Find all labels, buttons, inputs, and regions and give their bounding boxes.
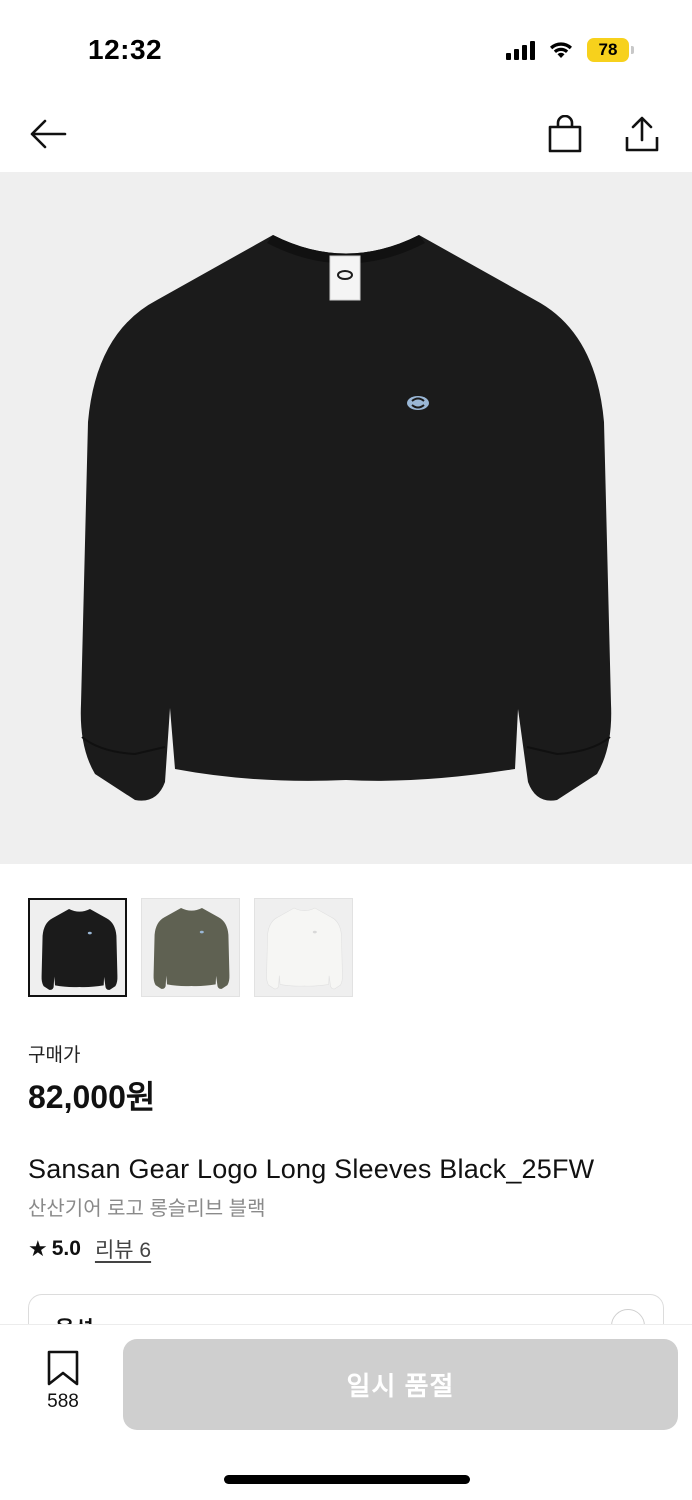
product-name-korean: 산산기어 로고 롱슬리브 블랙 [28, 1198, 266, 1220]
battery-nub [631, 46, 634, 54]
arrow-left-icon [30, 119, 67, 149]
battery-indicator: 78 [587, 38, 634, 62]
star-icon: ★ [28, 1236, 48, 1261]
bookmark-icon [47, 1350, 79, 1386]
cellular-signal-icon [506, 40, 535, 60]
status-bar: 12:32 78 [0, 0, 692, 100]
bottom-action-bar: 588 일시 품절 [0, 1324, 692, 1500]
product-name: Sansan Gear Logo Long Sleeves Black_25FW [28, 1154, 595, 1184]
rating-row: ★ 5.0 리뷰 6 [28, 1234, 151, 1264]
shopping-bag-icon [548, 115, 582, 153]
share-icon [625, 116, 659, 152]
status-icons: 78 [506, 38, 634, 62]
rating-value: 5.0 [51, 1237, 81, 1260]
shopping-bag-button[interactable] [543, 112, 587, 156]
product-price: 82,000원 [28, 1079, 156, 1115]
share-button[interactable] [620, 112, 664, 156]
sold-out-button[interactable]: 일시 품절 [123, 1339, 678, 1430]
nav-bar [0, 100, 692, 172]
thumbnail-shirt-image [266, 907, 343, 990]
bookmark-button[interactable]: 588 [30, 1349, 96, 1413]
thumbnail-shirt-image [41, 909, 118, 990]
product-main-image[interactable] [0, 172, 692, 864]
wifi-icon [550, 42, 572, 58]
price-label: 구매가 [28, 1045, 81, 1066]
home-indicator[interactable] [224, 1475, 470, 1484]
status-time: 12:32 [88, 34, 163, 65]
thumbnail-white[interactable] [254, 898, 353, 997]
thumbnail-strip [28, 898, 353, 997]
long-sleeve-shirt-image [80, 235, 612, 801]
thumbnail-shirt-image [153, 908, 230, 989]
review-link[interactable]: 리뷰 6 [95, 1234, 151, 1264]
back-button[interactable] [26, 112, 70, 156]
thumbnail-black[interactable] [28, 898, 127, 997]
bookmark-count: 588 [47, 1391, 79, 1412]
battery-level: 78 [587, 38, 629, 62]
thumbnail-olive[interactable] [141, 898, 240, 997]
